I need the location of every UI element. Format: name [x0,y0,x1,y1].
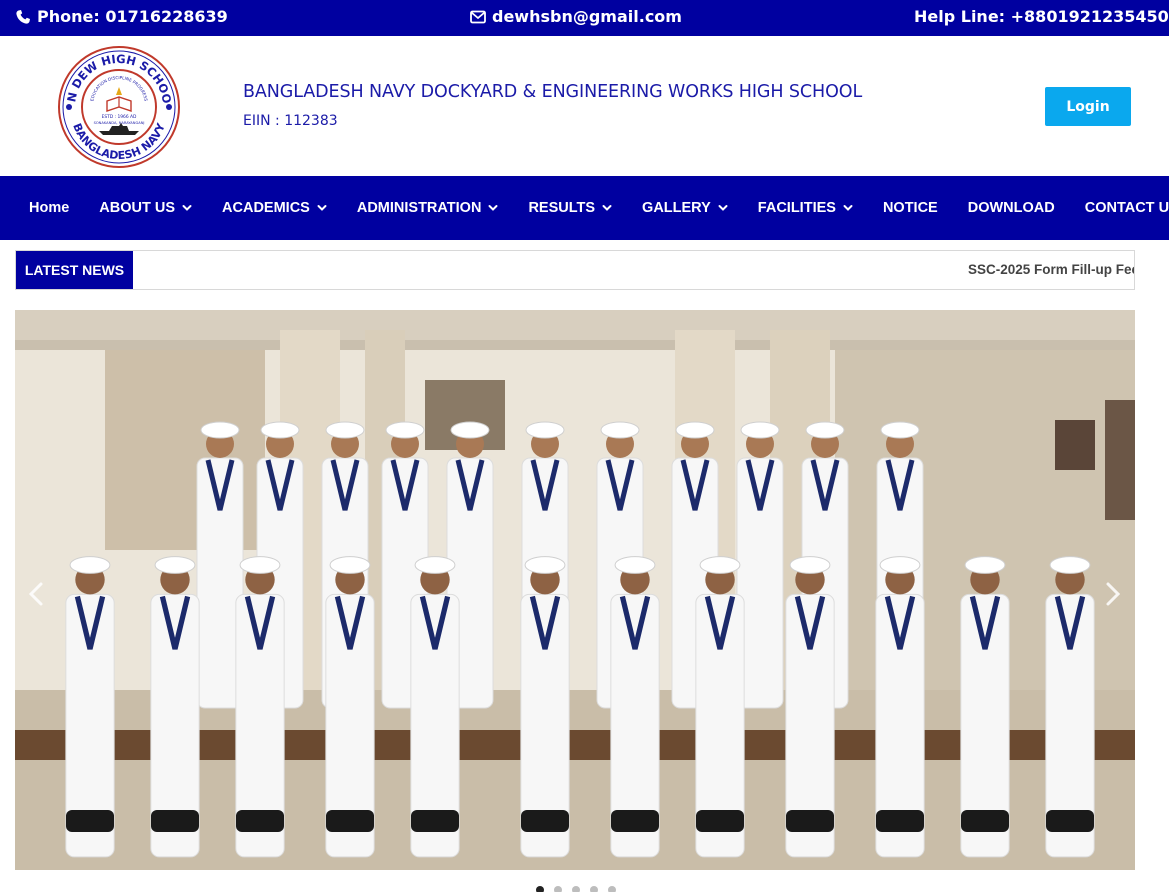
nav-item-label: GALLERY [642,200,711,216]
school-logo[interactable]: BN DEW HIGH SCHOOL BANGLADESH NAVY EDUCA… [57,45,181,169]
nav-item-gallery[interactable]: GALLERY [642,200,728,216]
svg-text:ESTD : 1966 AD: ESTD : 1966 AD [102,114,137,120]
nav-item-label: CONTACT US [1084,200,1169,216]
slider-dot[interactable] [590,886,598,892]
slider-dot[interactable] [554,886,562,892]
slider-next-arrow[interactable] [1100,580,1124,608]
latest-news-bar: LATEST NEWS SSC-2025 Form Fill-up Fee [15,250,1135,290]
helpline-contact[interactable]: Help Line: +8801921235450 [914,7,1169,26]
chevron-down-icon [182,205,192,211]
nav-item-contact-us[interactable]: CONTACT US [1085,200,1169,216]
login-button[interactable]: Login [1045,87,1131,126]
nav-item-label: FACILITIES [757,200,836,216]
slider-dot[interactable] [608,886,616,892]
nav-item-label: ADMINISTRATION [356,200,482,216]
nav-item-label: NOTICE [882,200,938,216]
site-header: BN DEW HIGH SCHOOL BANGLADESH NAVY EDUCA… [0,36,1169,176]
helpline-text: Help Line: +8801921235450 [914,7,1169,26]
eiin-number: EIIN : 112383 [243,113,338,129]
nav-item-label: ACADEMICS [222,200,310,216]
chevron-down-icon [602,205,612,211]
nav-item-download[interactable]: DOWNLOAD [968,200,1055,216]
chevron-down-icon [488,205,498,211]
chevron-down-icon [843,205,853,211]
email-contact[interactable]: dewhsbn@gmail.com [470,7,682,26]
chevron-down-icon [317,205,327,211]
top-contact-bar: Phone: 01716228639 dewhsbn@gmail.com Hel… [0,0,1169,36]
email-text: dewhsbn@gmail.com [492,7,682,26]
chevron-down-icon [718,205,728,211]
slider-dot[interactable] [536,886,544,892]
nav-item-home[interactable]: Home [29,200,69,216]
group-photo-image [15,310,1135,870]
school-name: BANGLADESH NAVY DOCKYARD & ENGINEERING W… [243,82,863,102]
hero-slider[interactable] [15,310,1135,870]
phone-icon [16,9,30,24]
news-ticker-item[interactable]: SSC-2025 Form Fill-up Fee [968,262,1134,277]
nav-item-academics[interactable]: ACADEMICS [222,200,327,216]
nav-item-administration[interactable]: ADMINISTRATION [357,200,499,216]
nav-item-about-us[interactable]: ABOUT US [99,200,192,216]
nav-menu: Home ABOUT US ACADEMICS ADMINISTRATION RESUL… [0,176,1169,240]
slider-dot[interactable] [572,886,580,892]
slider-prev-arrow[interactable] [25,580,49,608]
nav-item-facilities[interactable]: FACILITIES [758,200,853,216]
nav-item-label: Home [29,200,70,216]
nav-item-label: ABOUT US [99,200,176,216]
nav-item-notice[interactable]: NOTICE [883,200,938,216]
latest-news-label: LATEST NEWS [16,251,133,289]
slider-pagination [536,886,616,892]
phone-text: Phone: 01716228639 [37,7,228,26]
nav-item-label: RESULTS [528,200,596,216]
phone-contact[interactable]: Phone: 01716228639 [15,7,228,26]
nav-item-label: DOWNLOAD [967,200,1055,216]
main-navigation: Home ABOUT US ACADEMICS ADMINISTRATION RESUL… [0,176,1169,240]
svg-text:SONAKANDA, NARAYANGANJ: SONAKANDA, NARAYANGANJ [94,121,145,125]
nav-item-results[interactable]: RESULTS [528,200,612,216]
envelope-icon [470,10,486,23]
